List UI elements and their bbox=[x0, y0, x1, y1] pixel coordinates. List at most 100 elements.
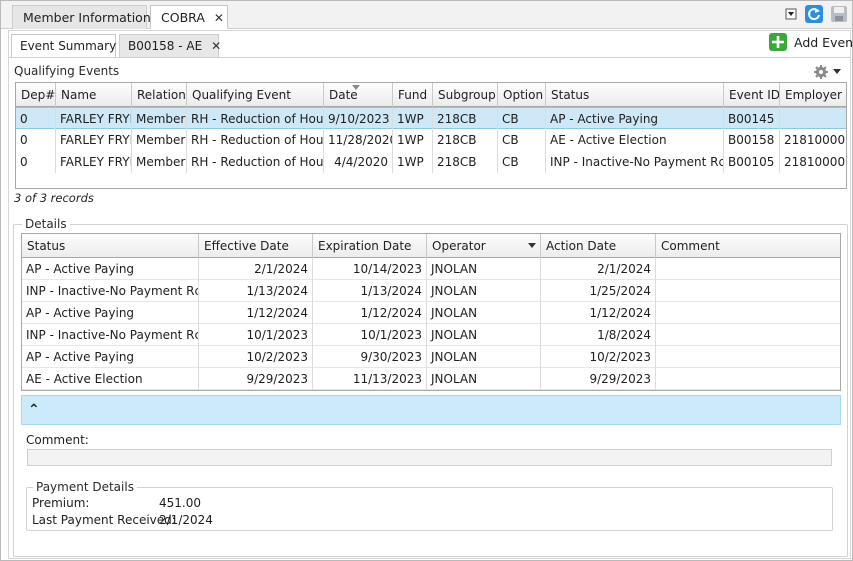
cell-status: AE - Active Election bbox=[22, 368, 199, 390]
cell-subgroup: 218CB bbox=[433, 108, 498, 130]
column-header-status[interactable]: Status bbox=[546, 83, 724, 107]
table-row[interactable]: AP - Active Paying 10/2/2023 9/30/2023 J… bbox=[22, 346, 840, 368]
cell-relation: Member bbox=[132, 151, 187, 173]
cell-effective-date: 9/29/2023 bbox=[199, 368, 313, 390]
gear-icon bbox=[814, 65, 828, 79]
cell-event-id: B00105 bbox=[724, 151, 780, 173]
top-tab-bar: Member Information COBRA ✕ bbox=[1, 1, 852, 29]
cell-dep: 0 bbox=[16, 151, 56, 173]
cell-comment bbox=[656, 346, 840, 368]
column-header-action-date[interactable]: Action Date bbox=[541, 234, 656, 258]
column-header-label: Date bbox=[329, 88, 358, 102]
filter-dropdown-icon[interactable] bbox=[528, 243, 536, 249]
tab-label: Event Summary bbox=[20, 39, 117, 53]
comment-field[interactable] bbox=[27, 449, 832, 466]
tab-member-information[interactable]: Member Information bbox=[12, 5, 151, 29]
column-header-operator[interactable]: Operator bbox=[427, 234, 541, 258]
cell-effective-date: 2/1/2024 bbox=[199, 258, 313, 280]
tab-cobra[interactable]: COBRA ✕ bbox=[150, 5, 228, 29]
cell-effective-date: 1/13/2024 bbox=[199, 280, 313, 302]
close-icon[interactable]: ✕ bbox=[214, 7, 224, 30]
column-header-status[interactable]: Status bbox=[22, 234, 199, 258]
column-header-dep[interactable]: Dep# bbox=[16, 83, 56, 107]
cell-comment bbox=[656, 258, 840, 280]
table-row[interactable]: 0 FARLEY FRYE Member RH - Reduction of H… bbox=[16, 129, 846, 151]
column-header-effective-date[interactable]: Effective Date bbox=[199, 234, 313, 258]
cell-date: 9/10/2023 bbox=[324, 108, 393, 130]
cell-option: CB bbox=[498, 129, 546, 151]
cell-operator: JNOLAN bbox=[427, 280, 541, 302]
payment-details-group: Payment Details Premium: 451.00 Last Pay… bbox=[26, 480, 833, 531]
cell-name: FARLEY FRYE bbox=[56, 151, 132, 173]
column-header-qualifying-event[interactable]: Qualifying Event bbox=[187, 83, 324, 107]
cell-effective-date: 10/1/2023 bbox=[199, 324, 313, 346]
cell-status: AP - Active Paying bbox=[22, 346, 199, 368]
tab-event-summary[interactable]: Event Summary bbox=[11, 34, 116, 58]
tab-label: B00158 - AE bbox=[128, 39, 203, 53]
column-header-expiration-date[interactable]: Expiration Date bbox=[313, 234, 427, 258]
qualifying-events-title: Qualifying Events bbox=[14, 64, 120, 78]
grid-header: Status Effective Date Expiration Date Op… bbox=[22, 234, 840, 258]
table-row[interactable]: 0 FARLEY FRYE Member RH - Reduction of H… bbox=[16, 151, 846, 173]
table-row[interactable]: AP - Active Paying 1/12/2024 1/12/2024 J… bbox=[22, 302, 840, 324]
dropdown-arrow-icon[interactable] bbox=[785, 8, 797, 20]
cell-action-date: 9/29/2023 bbox=[541, 368, 656, 390]
column-header-comment[interactable]: Comment bbox=[656, 234, 840, 258]
cell-expiration-date: 1/12/2024 bbox=[313, 302, 427, 324]
save-icon[interactable] bbox=[830, 5, 848, 23]
column-header-relation[interactable]: Relation bbox=[132, 83, 187, 107]
cell-qualifying-event: RH - Reduction of Hours bbox=[187, 108, 324, 130]
cell-option: CB bbox=[498, 108, 546, 130]
close-icon[interactable]: ✕ bbox=[211, 35, 221, 58]
cell-employer bbox=[780, 108, 846, 130]
premium-value: 451.00 bbox=[159, 496, 201, 510]
collapse-bar[interactable]: ⌃ bbox=[21, 395, 841, 425]
column-header-option[interactable]: Option bbox=[498, 83, 546, 107]
cell-dep: 0 bbox=[16, 108, 56, 130]
last-payment-label: Last Payment Received: bbox=[32, 513, 176, 527]
cobra-panel: Event Summary B00158 - AE ✕ Add Event Qua… bbox=[8, 30, 853, 559]
cell-comment bbox=[656, 368, 840, 390]
cell-operator: JNOLAN bbox=[427, 258, 541, 280]
cell-event-id: B00145 bbox=[724, 108, 780, 130]
table-row[interactable]: INP - Inactive-No Payment Rcvd 1/13/2024… bbox=[22, 280, 840, 302]
cell-subgroup: 218CB bbox=[433, 151, 498, 173]
table-row[interactable]: INP - Inactive-No Payment Rcvd 10/1/2023… bbox=[22, 324, 840, 346]
cell-date: 4/4/2020 bbox=[324, 151, 393, 173]
column-header-event-id[interactable]: Event ID bbox=[724, 83, 780, 107]
comment-label: Comment: bbox=[26, 433, 89, 447]
cell-operator: JNOLAN bbox=[427, 368, 541, 390]
cell-effective-date: 10/2/2023 bbox=[199, 346, 313, 368]
cell-event-id: B00158 bbox=[724, 129, 780, 151]
refresh-icon[interactable] bbox=[805, 5, 823, 23]
column-header-employer[interactable]: Employer bbox=[780, 83, 846, 107]
cell-action-date: 1/8/2024 bbox=[541, 324, 656, 346]
cell-operator: JNOLAN bbox=[427, 346, 541, 368]
cell-comment bbox=[656, 302, 840, 324]
last-payment-value: 2/1/2024 bbox=[159, 513, 213, 527]
cell-expiration-date: 10/1/2023 bbox=[313, 324, 427, 346]
cell-qualifying-event: RH - Reduction of Hours bbox=[187, 129, 324, 151]
grid-settings-button[interactable] bbox=[813, 64, 843, 80]
column-header-fund[interactable]: Fund bbox=[393, 83, 433, 107]
add-event-label: Add Event bbox=[794, 35, 853, 50]
cell-relation: Member bbox=[132, 129, 187, 151]
cell-operator: JNOLAN bbox=[427, 302, 541, 324]
cell-relation: Member bbox=[132, 108, 187, 130]
tab-event-b00158[interactable]: B00158 - AE ✕ bbox=[119, 34, 221, 58]
column-header-date[interactable]: Date bbox=[324, 83, 393, 107]
cell-fund: 1WP bbox=[393, 151, 433, 173]
table-row[interactable]: AP - Active Paying 2/1/2024 10/14/2023 J… bbox=[22, 258, 840, 280]
cell-status: INP - Inactive-No Payment Rcvd bbox=[22, 280, 199, 302]
cell-date: 11/28/2020 bbox=[324, 129, 393, 151]
table-row[interactable]: AE - Active Election 9/29/2023 11/13/202… bbox=[22, 368, 840, 390]
cell-comment bbox=[656, 324, 840, 346]
collapse-icon[interactable]: ⌃ bbox=[28, 402, 40, 418]
table-row[interactable]: 0 FARLEY FRYE Member RH - Reduction of H… bbox=[16, 107, 846, 130]
cell-status: INP - Inactive-No Payment Rcvd bbox=[546, 151, 724, 173]
cell-operator: JNOLAN bbox=[427, 324, 541, 346]
column-header-name[interactable]: Name bbox=[56, 83, 132, 107]
column-header-subgroup[interactable]: Subgroup bbox=[433, 83, 498, 107]
tab-label: Member Information bbox=[23, 10, 151, 25]
details-group: Details Status Effective Date Expiration… bbox=[13, 217, 848, 557]
